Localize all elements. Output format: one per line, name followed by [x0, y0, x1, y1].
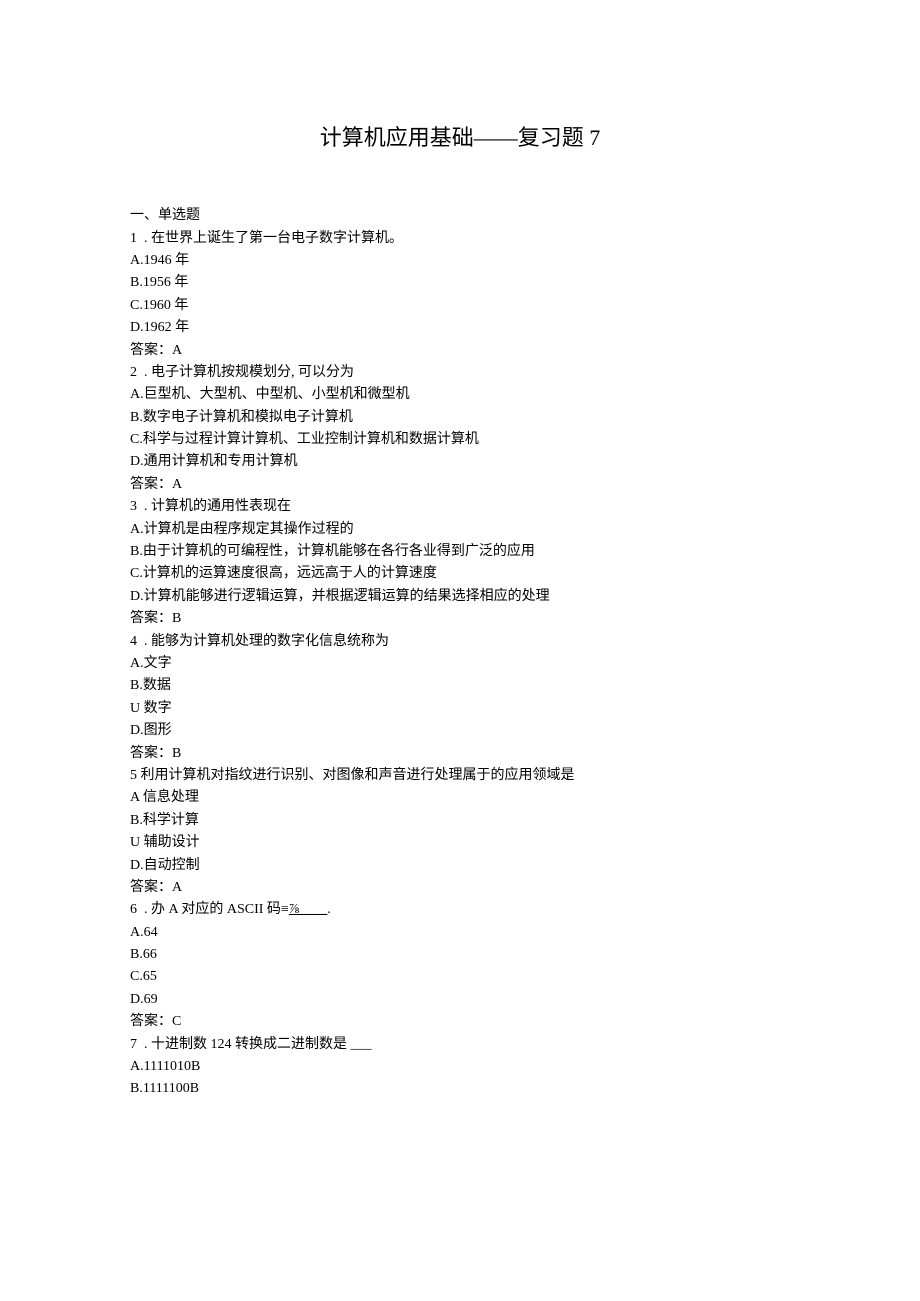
option-d: D.图形 [130, 720, 790, 742]
option-a: A.1111010B [130, 1056, 790, 1078]
question-stem: 7 . 十进制数 124 转换成二进制数是 ___ [130, 1034, 790, 1056]
option-a: A.1946 年 [130, 250, 790, 272]
option-b: B.66 [130, 944, 790, 966]
option-b: B.科学计算 [130, 810, 790, 832]
option-c: C.计算机的运算速度很高，远远高于人的计算速度 [130, 563, 790, 585]
blank-underline: ⅞____ [289, 902, 328, 917]
question-stem: 3 . 计算机的通用性表现在 [130, 496, 790, 518]
option-a: A.巨型机、大型机、中型机、小型机和微型机 [130, 384, 790, 406]
answer: 答案：A [130, 474, 790, 496]
option-a: A 信息处理 [130, 787, 790, 809]
question-stem: 2 . 电子计算机按规模划分, 可以分为 [130, 362, 790, 384]
option-b: B.由于计算机的可编程性，计算机能够在各行各业得到广泛的应用 [130, 541, 790, 563]
option-a: A.64 [130, 922, 790, 944]
question-6: 6 . 办 A 对应的 ASCII 码≡⅞____. A.64 B.66 C.6… [130, 899, 790, 1033]
option-d: D.69 [130, 989, 790, 1011]
page-title: 计算机应用基础——复习题 7 [130, 120, 790, 155]
option-c: C.科学与过程计算计算机、工业控制计算机和数据计算机 [130, 429, 790, 451]
answer: 答案：C [130, 1011, 790, 1033]
option-c: U 辅助设计 [130, 832, 790, 854]
option-b: B.数字电子计算机和模拟电子计算机 [130, 407, 790, 429]
option-a: A.计算机是由程序规定其操作过程的 [130, 519, 790, 541]
option-b: B.数据 [130, 675, 790, 697]
option-d: D.计算机能够进行逻辑运算，并根据逻辑运算的结果选择相应的处理 [130, 586, 790, 608]
question-stem: 4 . 能够为计算机处理的数字化信息统称为 [130, 631, 790, 653]
question-5: 5 利用计算机对指纹进行识别、对图像和声音进行处理属于的应用领域是 A 信息处理… [130, 765, 790, 899]
question-4: 4 . 能够为计算机处理的数字化信息统称为 A.文字 B.数据 U 数字 D.图… [130, 631, 790, 765]
question-stem: 6 . 办 A 对应的 ASCII 码≡⅞____. [130, 899, 790, 921]
option-b: B.1956 年 [130, 272, 790, 294]
option-a: A.文字 [130, 653, 790, 675]
section-header: 一、单选题 [130, 205, 790, 227]
option-b: B.1111100B [130, 1078, 790, 1100]
answer: 答案：B [130, 608, 790, 630]
answer: 答案：B [130, 743, 790, 765]
option-c: C.65 [130, 966, 790, 988]
question-3: 3 . 计算机的通用性表现在 A.计算机是由程序规定其操作过程的 B.由于计算机… [130, 496, 790, 630]
option-d: D.通用计算机和专用计算机 [130, 451, 790, 473]
option-c: C.1960 年 [130, 295, 790, 317]
question-stem: 5 利用计算机对指纹进行识别、对图像和声音进行处理属于的应用领域是 [130, 765, 790, 787]
option-d: D.1962 年 [130, 317, 790, 339]
question-2: 2 . 电子计算机按规模划分, 可以分为 A.巨型机、大型机、中型机、小型机和微… [130, 362, 790, 496]
option-c: U 数字 [130, 698, 790, 720]
question-7: 7 . 十进制数 124 转换成二进制数是 ___ A.1111010B B.1… [130, 1034, 790, 1101]
answer: 答案：A [130, 340, 790, 362]
question-stem: 1 . 在世界上诞生了第一台电子数字计算机。 [130, 228, 790, 250]
option-d: D.自动控制 [130, 855, 790, 877]
answer: 答案：A [130, 877, 790, 899]
question-1: 1 . 在世界上诞生了第一台电子数字计算机。 A.1946 年 B.1956 年… [130, 228, 790, 362]
